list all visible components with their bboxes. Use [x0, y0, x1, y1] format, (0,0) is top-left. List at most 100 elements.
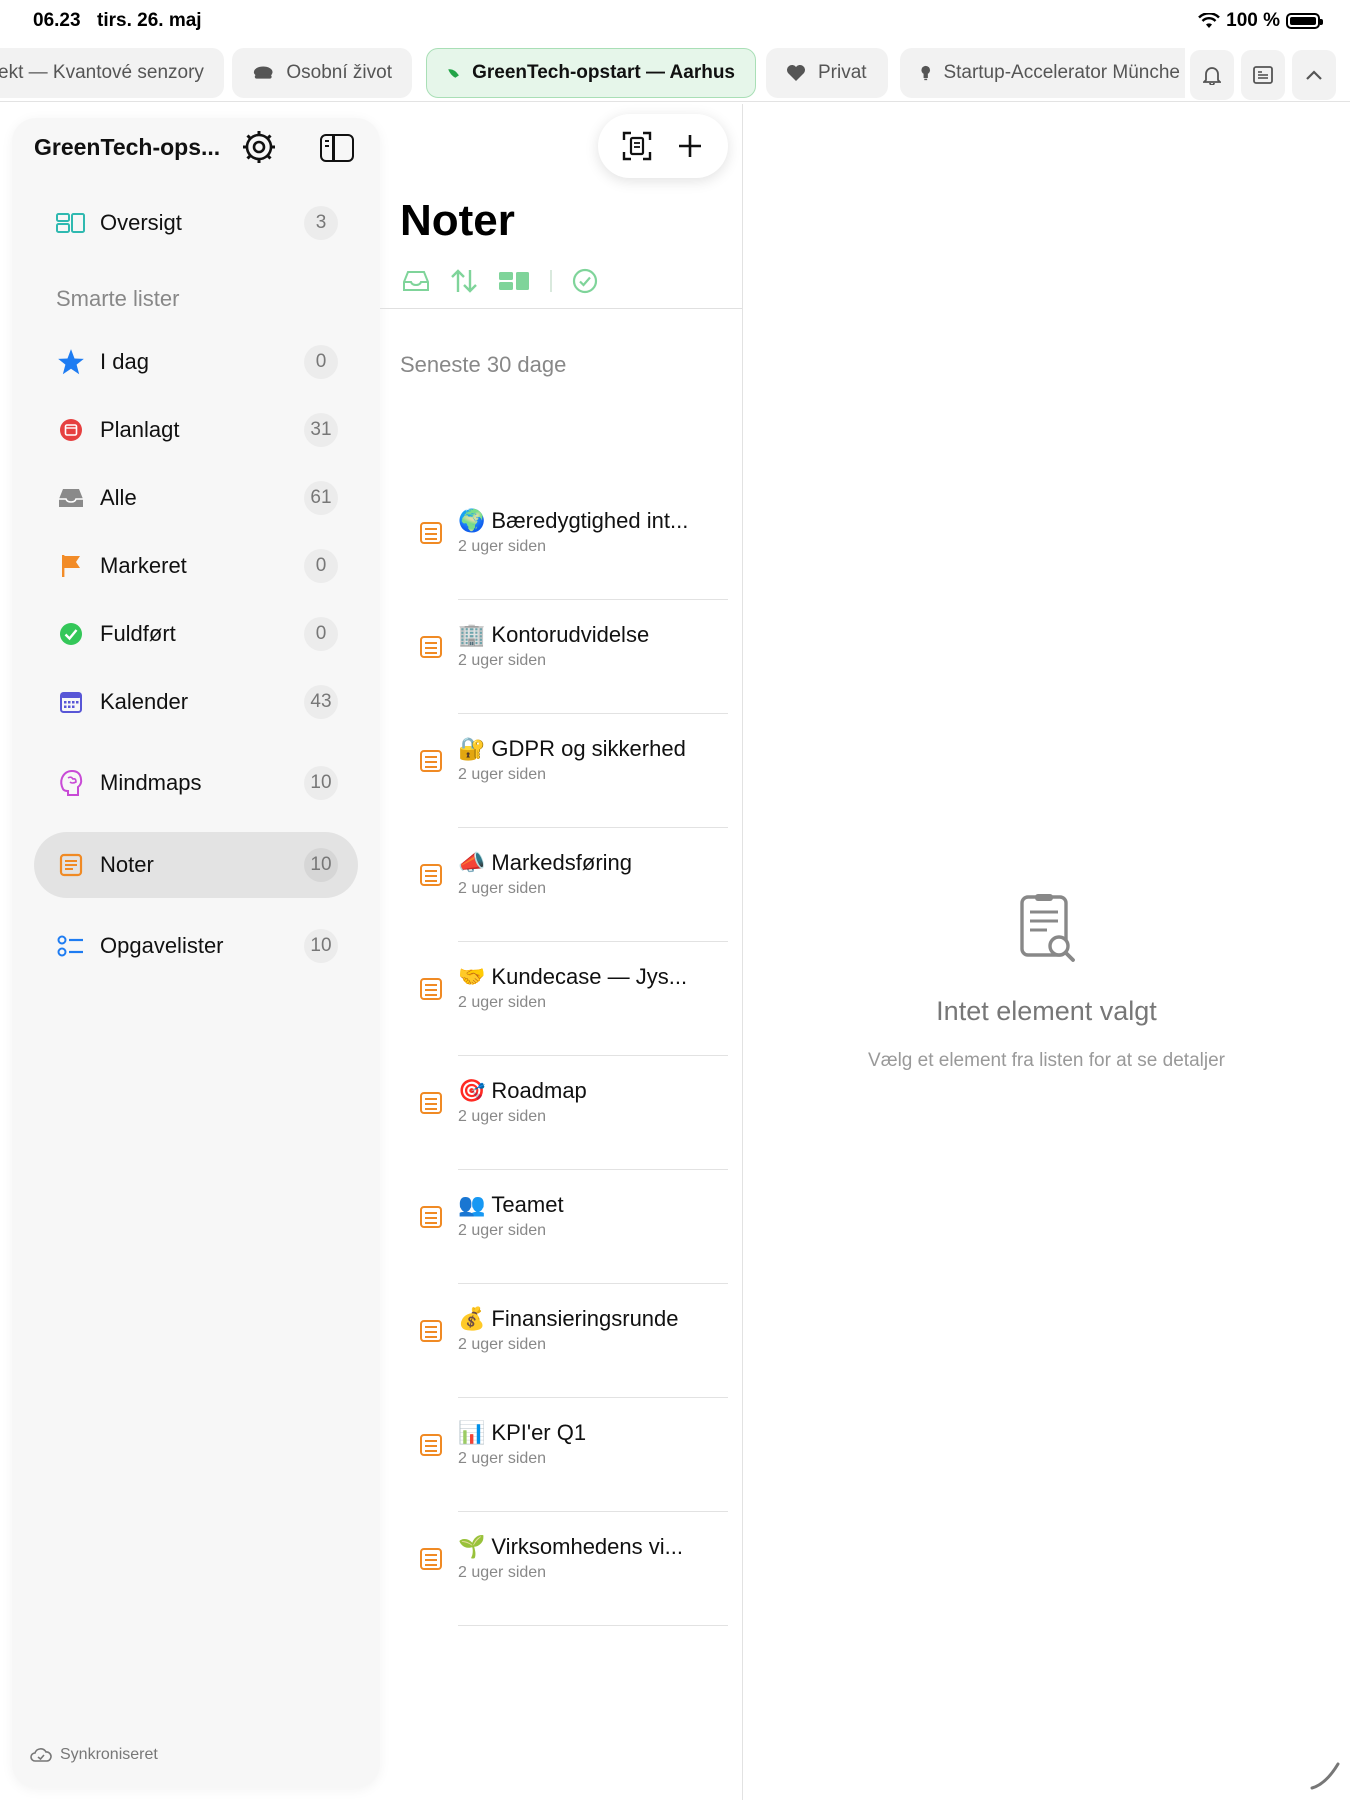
note-timestamp: 2 uger siden: [458, 1450, 547, 1467]
sidebar-item-oversigt[interactable]: Oversigt 3: [34, 190, 358, 256]
star-icon: [56, 348, 86, 376]
calendar-icon: [56, 690, 86, 714]
note-timestamp: 2 uger siden: [458, 766, 547, 783]
tab-kvantove-senzory[interactable]: ekt — Kvantové senzory: [0, 48, 224, 98]
flag-icon: [56, 553, 86, 579]
sidebar-item-noter[interactable]: Noter 10: [34, 832, 358, 898]
note-list-item[interactable]: 👥 Teamet 2 uger siden: [380, 1170, 742, 1284]
sidebar-item-i-dag[interactable]: I dag 0: [34, 329, 358, 395]
check-circle-icon[interactable]: [572, 268, 598, 294]
page-title: Noter: [400, 196, 515, 245]
document-search-icon: [1020, 894, 1075, 962]
note-list-item[interactable]: 📣 Markedsføring 2 uger siden: [380, 828, 742, 942]
note-list-item[interactable]: 🔐 GDPR og sikkerhed 2 uger siden: [380, 714, 742, 828]
sidebar-item-count: 10: [304, 766, 338, 800]
sidebar-item-mindmaps[interactable]: Mindmaps 10: [34, 750, 358, 816]
notifications-button[interactable]: [1190, 50, 1234, 100]
wifi-icon: [1198, 13, 1220, 28]
notes-panel: Noter Seneste 30 dage 🌍 Bæredygtighed int…: [380, 104, 742, 1800]
checkmark-circle-icon: [56, 622, 86, 646]
tab-greentech-opstart[interactable]: GreenTech-opstart — Aarhus: [426, 48, 756, 98]
cloud-check-icon: [30, 1748, 52, 1762]
sidebar-item-planlagt[interactable]: Planlagt 31: [34, 397, 358, 463]
note-title: 📣 Markedsføring: [458, 850, 632, 876]
sidebar-item-count: 0: [304, 549, 338, 583]
note-title-text: Roadmap: [491, 1078, 587, 1103]
tab-privat[interactable]: Privat: [766, 48, 888, 98]
note-timestamp: 2 uger siden: [458, 1336, 547, 1353]
note-title-text: KPI'er Q1: [491, 1420, 587, 1445]
tab-label: Osobní život: [286, 62, 392, 83]
note-emoji: 🌍: [458, 508, 486, 533]
note-timestamp: 2 uger siden: [458, 538, 547, 555]
scan-document-icon[interactable]: [622, 131, 652, 161]
tab-label: Startup-Accelerator Münche: [943, 62, 1180, 83]
reader-view-button[interactable]: [1241, 50, 1285, 100]
note-title-text: Bæredygtighed int...: [491, 508, 689, 533]
note-list-item[interactable]: 🌍 Bæredygtighed int... 2 uger siden: [380, 486, 742, 600]
sort-icon[interactable]: [450, 268, 478, 294]
toolbar-separator: [550, 270, 552, 292]
note-title-text: Teamet: [491, 1192, 564, 1217]
sidebar-item-count: 0: [304, 345, 338, 379]
sidebar-item-label: Mindmaps: [100, 770, 202, 795]
inbox-icon: [56, 487, 86, 509]
sidebar: GreenTech-ops... Oversigt 3 Smarte liste…: [12, 118, 380, 1788]
note-title: 💰 Finansieringsrunde: [458, 1306, 679, 1332]
sidebar-item-count: 10: [304, 848, 338, 882]
battery-percent: 100 %: [1226, 10, 1280, 31]
note-timestamp: 2 uger siden: [458, 1108, 547, 1125]
sidebar-item-markeret[interactable]: Markeret 0: [34, 533, 358, 599]
section-header: Seneste 30 dage: [400, 352, 567, 377]
note-timestamp: 2 uger siden: [458, 652, 547, 669]
cloud-icon: [253, 66, 273, 79]
note-list-item[interactable]: 🌱 Virksomhedens vi... 2 uger siden: [380, 1512, 742, 1626]
sidebar-title: GreenTech-ops...: [34, 134, 221, 160]
note-list-item[interactable]: 💰 Finansieringsrunde 2 uger siden: [380, 1284, 742, 1398]
tab-osobni-zivot[interactable]: Osobní život: [232, 48, 412, 98]
note-title: 🌱 Virksomhedens vi...: [458, 1534, 683, 1560]
note-title: 👥 Teamet: [458, 1192, 564, 1218]
note-list-item[interactable]: 🤝 Kundecase — Jys... 2 uger siden: [380, 942, 742, 1056]
sidebar-item-fuldfort[interactable]: Fuldført 0: [34, 601, 358, 667]
reader-icon: [1253, 66, 1273, 84]
sidebar-item-label: Kalender: [100, 689, 189, 714]
sidebar-item-label: Opgavelister: [100, 933, 224, 958]
note-icon: [56, 853, 86, 877]
sidebar-toggle-icon[interactable]: [320, 134, 354, 162]
status-date: tirs. 26. maj: [97, 10, 202, 31]
sidebar-item-label: Markeret: [100, 553, 187, 578]
sidebar-item-kalender[interactable]: Kalender 43: [34, 669, 358, 735]
row-divider: [458, 1624, 728, 1626]
status-right: 100 %: [1198, 10, 1323, 32]
note-icon: [420, 1092, 442, 1114]
inbox-filter-icon[interactable]: [402, 270, 430, 292]
status-bar: 06.23 tirs. 26. maj 100 %: [0, 0, 1350, 40]
layout-grid-icon[interactable]: [498, 270, 530, 292]
collapse-tabs-button[interactable]: [1292, 50, 1336, 100]
note-icon: [420, 1548, 442, 1570]
tab-label: GreenTech-opstart — Aarhus: [472, 62, 735, 83]
note-title: 🏢 Kontorudvidelse: [458, 622, 649, 648]
gear-icon[interactable]: [242, 130, 276, 164]
note-timestamp: 2 uger siden: [458, 880, 547, 897]
note-list-item[interactable]: 🎯 Roadmap 2 uger siden: [380, 1056, 742, 1170]
sidebar-item-label: I dag: [100, 349, 149, 374]
note-title: 🎯 Roadmap: [458, 1078, 587, 1104]
chevron-up-icon: [1306, 70, 1322, 80]
calendar-clock-icon: [56, 418, 86, 442]
bell-icon: [1203, 67, 1221, 85]
sidebar-item-opgavelister[interactable]: Opgavelister 10: [34, 913, 358, 979]
sidebar-item-label: Oversigt: [100, 210, 182, 235]
note-icon: [420, 750, 442, 772]
note-emoji: 🤝: [458, 964, 486, 989]
add-icon[interactable]: [676, 132, 704, 160]
sidebar-item-alle[interactable]: Alle 61: [34, 465, 358, 531]
tab-startup-accelerator[interactable]: Startup-Accelerator Münche: [900, 48, 1185, 98]
note-list-item[interactable]: 📊 KPI'er Q1 2 uger siden: [380, 1398, 742, 1512]
note-list-item[interactable]: 🏢 Kontorudvidelse 2 uger siden: [380, 600, 742, 714]
divider: [380, 308, 742, 309]
checklist-icon: [56, 934, 86, 958]
detail-panel: Intet element valgt Vælg et element fra …: [743, 104, 1350, 1800]
sidebar-item-label: Noter: [100, 852, 154, 877]
